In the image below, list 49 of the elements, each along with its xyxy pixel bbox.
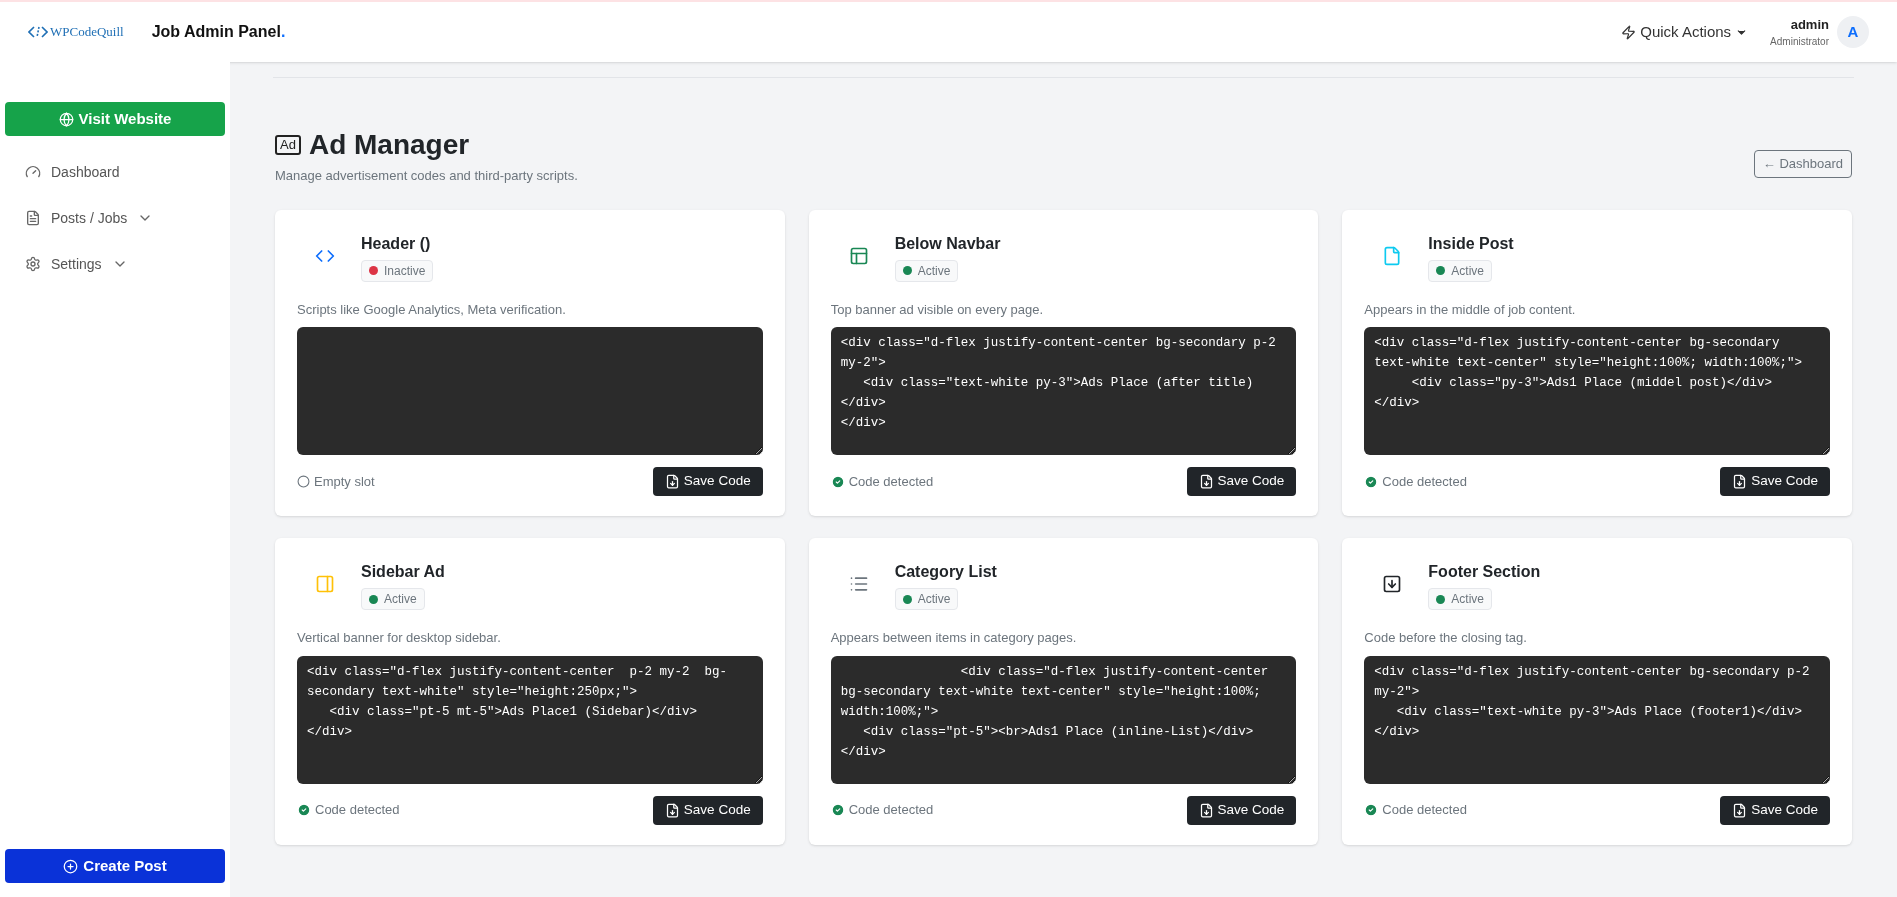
save-code-button[interactable]: Save Code [1186,795,1297,825]
card-title: Below Navbar [894,233,1001,254]
status-label: Active [917,262,951,280]
user-role: Administrator [1770,35,1829,50]
detection-status: Code detected [315,801,400,820]
user-name: admin [1790,15,1829,34]
code-field[interactable]: <div class="d-flex justify-content-center bg-secondary text-white text-center" style="height:100%; width:100%;"> <div class="pt-5"><br>Ads1 Place (inline-List)</div> </div> [830,655,1297,784]
create-post-button[interactable]: Create Post [5,849,225,883]
code-field[interactable]: <div class="d-flex justify-content-center bg-secondary p-2 my-2"> <div class="text-white py-3">Ads Place (footer1)</div> </div> [1364,655,1830,784]
save-code-button[interactable]: Save Code [1720,467,1830,496]
status-label: Active [384,591,417,608]
user-avatar[interactable]: A [1837,16,1869,48]
code-field[interactable]: <div class="d-flex justify-content-center p-2 my-2 bg-secondary text-white" style="height:250px;"> <div class="pt-5 mt-5">Ads Place1 (Sidebar)</div> </div> [297,655,763,784]
card-description: Appears in the middle of job content. [1364,300,1577,319]
detection-status: Code detected [848,472,934,491]
card-title: Category List [894,562,997,582]
code-field[interactable]: <div class="d-flex justify-content-center bg-secondary text-white text-center" style="height:100%; width:100%;"> <div class="py-3">Ads1 Place (middel post)</div> </div> [1364,327,1830,455]
sidebar-item[interactable]: Posts / Jobs [5,200,225,236]
detection-status: Empty slot [314,472,375,491]
page-subtitle: Manage advertisement codes and third-party scripts. [275,167,578,185]
status-label: Active [1451,591,1484,608]
save-code-button[interactable]: Save Code [1186,467,1297,496]
card-description: Scripts like Google Analytics, Meta verification. [297,300,567,319]
card-title: Sidebar Ad [361,562,445,582]
back-to-dashboard-button[interactable]: ← Dashboard [1753,149,1852,178]
card-description: Appears between items in category pages. [830,629,1078,647]
sidebar-item[interactable]: Dashboard [5,154,225,190]
code-field[interactable]: <div class="d-flex justify-content-center bg-secondary p-2 my-2"> <div class="text-white py-3">Ads Place (after title)</div> </div> [830,327,1297,455]
detection-status: Code detected [848,801,934,820]
card-description: Code before the closing tag. [1364,629,1528,647]
status-label: Active [1451,262,1484,280]
logo: WPCodeQuill [28,22,124,42]
page-title: Ad Manager [308,128,470,162]
app-title: Job Admin Panel. [151,22,286,42]
save-code-button[interactable]: Save Code [652,467,763,496]
detection-status: Code detected [1382,472,1467,491]
status-label: Active [917,591,951,608]
card-description: Vertical banner for desktop sidebar. [297,629,502,647]
sidebar-item[interactable]: Settings [5,246,225,282]
save-code-button[interactable]: Save Code [1720,795,1830,825]
detection-status: Code detected [1382,801,1467,820]
save-code-button[interactable]: Save Code [652,795,763,825]
card-title: Inside Post [1428,233,1514,254]
quick-actions-button[interactable]: Quick Actions [1621,20,1749,44]
status-label: Inactive [384,262,426,280]
card-title: Header () [361,233,432,254]
card-description: Top banner ad visible on every page. [830,300,1045,319]
card-title: Footer Section [1428,562,1541,582]
ad-icon: Ad [275,135,301,155]
